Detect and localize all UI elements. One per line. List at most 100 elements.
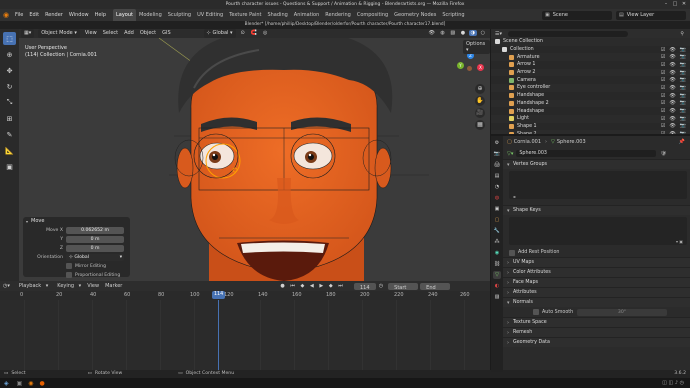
outliner-row[interactable]: Light ☑ 👁 📷 <box>491 114 690 123</box>
taskbar-app-icon[interactable]: ▣ <box>17 380 23 387</box>
mesh-data-tab-icon[interactable]: ▽ <box>493 271 501 279</box>
exclude-checkbox-icon[interactable]: ☑ <box>661 47 665 53</box>
auto-smooth-angle-field[interactable]: 30° <box>577 308 667 316</box>
outliner-row[interactable]: Eye controller ☑ 👁 📷 <box>491 84 690 92</box>
tab-sculpting[interactable]: Sculpting <box>165 9 194 21</box>
camera-icon[interactable]: 📷 <box>680 62 686 68</box>
section-color-attributes[interactable]: › Color Attributes <box>503 267 690 277</box>
play-icon[interactable]: ▶ <box>317 283 325 289</box>
tab-modeling[interactable]: Modeling <box>136 9 165 21</box>
start-menu-icon[interactable]: ◈ <box>4 380 9 387</box>
viewport-menu-view[interactable]: View <box>82 29 100 38</box>
prev-key-icon[interactable]: ◆ <box>298 283 306 289</box>
proportional-checkbox[interactable] <box>66 272 72 278</box>
tab-layout[interactable]: Layout <box>113 9 136 21</box>
move-x-field[interactable]: 0.062652 m <box>66 226 124 234</box>
chevron-down-icon[interactable]: ▾ <box>26 219 28 224</box>
jump-start-icon[interactable]: ⏮ <box>288 283 297 289</box>
list-options-icon[interactable]: ▾ ▣ <box>676 239 683 244</box>
camera-icon[interactable]: 📷 <box>680 93 686 99</box>
camera-icon[interactable]: 📷 <box>680 116 686 122</box>
view-layer-selector[interactable]: ▤ View Layer <box>616 10 686 20</box>
modifier-tab-icon[interactable]: 🔧 <box>493 227 501 235</box>
proportional-icon[interactable]: ◎ <box>260 29 270 38</box>
annotate-tool-icon[interactable]: ✎ <box>3 128 16 141</box>
outliner-row[interactable]: Arrow 2 ☑ 👁 📷 <box>491 68 690 77</box>
outliner-row[interactable]: Armature ☑ 👁 📷 <box>491 53 690 62</box>
maximize-icon[interactable]: □ <box>672 1 678 7</box>
world-tab-icon[interactable]: ◍ <box>493 194 501 202</box>
outliner-row[interactable]: Handshape ☑ 👁 📷 <box>491 92 690 100</box>
eye-icon[interactable]: 👁 <box>669 54 675 60</box>
camera-icon[interactable]: 📷 <box>680 77 686 83</box>
editor-type-icon[interactable]: ▦▾ <box>21 29 35 38</box>
eye-icon[interactable]: 👁 <box>669 85 675 91</box>
menu-window[interactable]: Window <box>66 9 92 21</box>
camera-icon[interactable]: 📷 <box>680 85 686 91</box>
texture-tab-icon[interactable]: ▨ <box>493 293 501 301</box>
menu-help[interactable]: Help <box>92 9 109 21</box>
record-icon[interactable]: ● <box>278 283 286 289</box>
fake-user-icon[interactable]: 🛡 <box>660 151 666 157</box>
section-attributes[interactable]: › Attributes <box>503 287 690 297</box>
section-texture-space[interactable]: › Texture Space <box>503 317 690 327</box>
render-tab-icon[interactable]: 📷 <box>493 150 501 158</box>
exclude-checkbox-icon[interactable]: ☑ <box>661 62 665 68</box>
camera-icon[interactable]: 📷 <box>680 47 686 53</box>
mirror-checkbox[interactable] <box>66 263 72 269</box>
tab-scripting[interactable]: Scripting <box>439 9 467 21</box>
cursor-tool-icon[interactable]: ⊕ <box>3 48 16 61</box>
visibility-icon[interactable]: 👁 <box>426 30 436 36</box>
outliner-row[interactable]: Shape 1 ☑ 👁 📷 <box>491 123 690 131</box>
overlay-icon[interactable]: ◍ <box>438 30 446 36</box>
exclude-checkbox-icon[interactable]: ☑ <box>661 123 665 129</box>
tab-shading[interactable]: Shading <box>264 9 290 21</box>
material-shading-icon[interactable]: ◑ <box>468 30 478 36</box>
material-tab-icon[interactable]: ◐ <box>493 282 501 290</box>
transform-tool-icon[interactable]: ⊞ <box>3 112 16 125</box>
exclude-checkbox-icon[interactable]: ☑ <box>661 70 665 76</box>
section-face-maps[interactable]: › Face Maps <box>503 277 690 287</box>
eye-icon[interactable]: 👁 <box>669 108 675 114</box>
snap-icon[interactable]: 🧲 <box>248 29 260 38</box>
scene-tab-icon[interactable]: ◔ <box>493 183 501 191</box>
viewport-menu-object[interactable]: Object <box>137 29 159 38</box>
outliner-search-input[interactable] <box>508 30 628 37</box>
camera-icon[interactable]: 📷 <box>680 100 686 106</box>
tab-uv-editing[interactable]: UV Editing <box>194 9 226 21</box>
gizmo-x-icon[interactable]: X <box>477 64 484 71</box>
move-y-field[interactable]: 0 m <box>66 235 124 243</box>
timeline-menu-keying[interactable]: Keying ▾ <box>51 281 84 291</box>
eye-icon[interactable]: 👁 <box>669 77 675 83</box>
gizmo-neg-y-icon[interactable] <box>467 66 472 71</box>
output-tab-icon[interactable]: 🖨 <box>493 161 501 169</box>
mesh-browse-icon[interactable]: ▽▾ <box>507 151 513 157</box>
eye-icon[interactable]: 👁 <box>669 62 675 68</box>
exclude-checkbox-icon[interactable]: ☑ <box>661 85 665 91</box>
measure-tool-icon[interactable]: 📐 <box>3 144 16 157</box>
section-uv-maps[interactable]: › UV Maps <box>503 257 690 267</box>
tray-icons[interactable]: ◫ ◫ ♪ ◷ <box>662 380 684 386</box>
menu-edit[interactable]: Edit <box>26 9 42 21</box>
viewport-menu-add[interactable]: Add <box>121 29 137 38</box>
end-frame-field[interactable]: End250 <box>420 282 451 301</box>
next-key-icon[interactable]: ◆ <box>327 283 335 289</box>
section-shape-keys[interactable]: ▾ Shape Keys <box>503 205 690 215</box>
eye-icon[interactable]: 👁 <box>669 123 675 129</box>
close-icon[interactable]: ✕ <box>681 1 687 7</box>
section-remesh[interactable]: › Remesh <box>503 327 690 337</box>
filter-icon[interactable]: ⚲ <box>680 31 684 37</box>
mesh-name-field[interactable]: Sphere.003 <box>516 150 657 157</box>
move-tool-icon[interactable]: ✥ <box>3 64 16 77</box>
outliner-row[interactable]: Camera ☑ 👁 📷 <box>491 76 690 84</box>
view-layer-tab-icon[interactable]: ▤ <box>493 172 501 180</box>
solid-shading-icon[interactable]: ● <box>459 30 467 36</box>
auto-smooth-checkbox[interactable] <box>533 309 539 315</box>
playhead-label[interactable]: 114 <box>212 291 226 299</box>
viewport-menu-gis[interactable]: GIS <box>159 29 174 38</box>
physics-tab-icon[interactable]: ◉ <box>493 249 501 257</box>
taskbar-app-icon[interactable]: ● <box>40 380 45 387</box>
timeline-menu-playback[interactable]: Playback ▾ <box>13 281 51 291</box>
tab-animation[interactable]: Animation <box>291 9 323 21</box>
exclude-checkbox-icon[interactable]: ☑ <box>661 93 665 99</box>
